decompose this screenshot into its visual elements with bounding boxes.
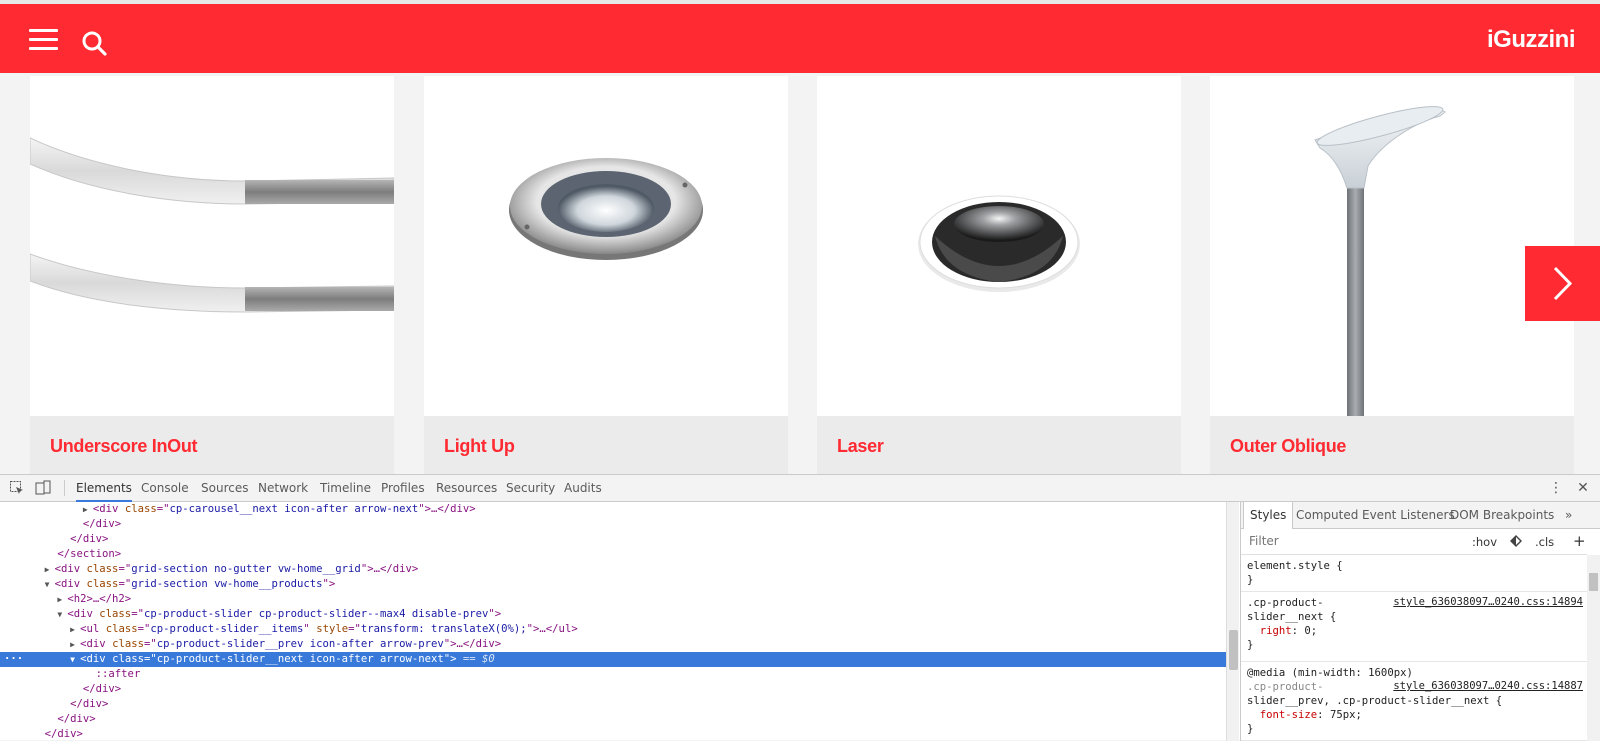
dom-node[interactable]: ▶ <div class="cp-carousel__next icon-afte… bbox=[0, 502, 1226, 517]
tab-audits[interactable]: Audits bbox=[564, 475, 602, 502]
elements-tree: ▶ <div class="cp-carousel__next icon-afte… bbox=[0, 502, 1226, 741]
rule-end: } bbox=[1247, 574, 1254, 586]
rule-selector: slider__prev, .cp-product-slider__next { bbox=[1247, 695, 1503, 707]
product-card-outer-oblique[interactable]: Outer Oblique bbox=[1210, 76, 1574, 474]
dom-node[interactable]: ▶ <div class="grid-section no-gutter vw-h… bbox=[0, 562, 1226, 577]
color-format-icon[interactable] bbox=[1509, 534, 1523, 551]
product-card-light-up[interactable]: Light Up bbox=[424, 76, 788, 474]
dom-node[interactable]: ▼ <div class="cp-product-slider cp-produc… bbox=[0, 607, 1226, 622]
dom-pseudo-element[interactable]: ::after bbox=[0, 667, 1226, 682]
dom-node[interactable]: ▼ <div class="grid-section vw-home__produ… bbox=[0, 577, 1226, 592]
dom-node[interactable]: </div> bbox=[0, 532, 1226, 547]
site-header: iGuzzini bbox=[0, 4, 1600, 73]
toolbar-divider bbox=[64, 480, 65, 496]
tab-profiles[interactable]: Profiles bbox=[381, 475, 425, 502]
styles-filter-input[interactable] bbox=[1249, 534, 1449, 548]
stylesheet-link[interactable]: style_636038097…0240.css:14894 bbox=[1393, 596, 1583, 608]
tab-dom-breakpoints[interactable]: DOM Breakpoints bbox=[1450, 502, 1554, 529]
product-caption: Outer Oblique bbox=[1210, 416, 1574, 474]
tab-event-listeners[interactable]: Event Listeners bbox=[1362, 502, 1455, 529]
chevron-right-icon bbox=[1553, 266, 1573, 301]
product-image[interactable] bbox=[1210, 76, 1574, 416]
product-title[interactable]: Laser bbox=[837, 436, 884, 457]
tab-sources[interactable]: Sources bbox=[201, 475, 248, 502]
close-devtools-icon[interactable]: ✕ bbox=[1574, 479, 1592, 497]
style-rules: element.style { } style_636038097…0240.c… bbox=[1241, 555, 1587, 741]
sidebar-tabs: Styles Computed Event Listeners DOM Brea… bbox=[1241, 502, 1600, 529]
more-options-icon[interactable]: ⋮ bbox=[1547, 479, 1565, 497]
css-value[interactable]: 0; bbox=[1304, 625, 1317, 637]
styles-pane: Styles Computed Event Listeners DOM Brea… bbox=[1240, 502, 1600, 741]
rule-end: } bbox=[1247, 723, 1254, 735]
product-image[interactable] bbox=[817, 76, 1181, 416]
hover-state-toggle[interactable]: :hov bbox=[1472, 535, 1497, 549]
product-card-laser[interactable]: Laser bbox=[817, 76, 1181, 474]
dom-node[interactable]: </section> bbox=[0, 547, 1226, 562]
slider-next-button[interactable] bbox=[1525, 246, 1600, 321]
css-property[interactable]: font-size bbox=[1260, 709, 1317, 721]
rule-selector: slider__next { bbox=[1247, 611, 1337, 623]
tab-elements[interactable]: Elements bbox=[76, 475, 132, 502]
media-style-rule[interactable]: @media (min-width: 1600px) style_6360380… bbox=[1241, 662, 1587, 741]
styles-filter-bar: :hov .cls + bbox=[1241, 529, 1587, 555]
tab-timeline[interactable]: Timeline bbox=[320, 475, 371, 502]
devtools-panel: Elements Console Sources Network Timelin… bbox=[0, 474, 1600, 741]
new-style-rule-button[interactable]: + bbox=[1573, 532, 1586, 550]
dom-node[interactable]: ▶ <h2>…</h2> bbox=[0, 592, 1226, 607]
brand-logo[interactable]: iGuzzini bbox=[1487, 26, 1576, 54]
product-title[interactable]: Outer Oblique bbox=[1230, 436, 1346, 457]
styles-scrollbar[interactable] bbox=[1587, 555, 1600, 741]
product-card-underscore-inout[interactable]: Underscore InOut bbox=[30, 76, 394, 474]
product-caption: Laser bbox=[817, 416, 1181, 474]
stylesheet-link[interactable]: style_636038097…0240.css:14887 bbox=[1393, 680, 1583, 692]
style-rule[interactable]: style_636038097…0240.css:14894 .cp-produ… bbox=[1241, 592, 1587, 662]
product-caption: Light Up bbox=[424, 416, 788, 474]
media-query: @media (min-width: 1600px) bbox=[1247, 667, 1413, 679]
css-value[interactable]: 75px; bbox=[1330, 709, 1362, 721]
css-property[interactable]: right bbox=[1260, 625, 1292, 637]
product-title[interactable]: Light Up bbox=[444, 436, 515, 457]
inspect-element-icon[interactable] bbox=[9, 480, 25, 496]
menu-icon[interactable] bbox=[29, 29, 58, 51]
product-title[interactable]: Underscore InOut bbox=[50, 436, 198, 457]
rule-selector: element.style { bbox=[1247, 560, 1343, 572]
element-style-rule[interactable]: element.style { } bbox=[1241, 555, 1587, 592]
tab-computed[interactable]: Computed bbox=[1296, 502, 1358, 529]
class-toggle[interactable]: .cls bbox=[1535, 535, 1554, 549]
dom-node[interactable]: </div> bbox=[0, 712, 1226, 727]
device-toggle-icon[interactable] bbox=[35, 480, 51, 496]
tab-styles[interactable]: Styles bbox=[1243, 502, 1294, 529]
dom-node-selected[interactable]: ··· ▼ <div class="cp-product-slider__next… bbox=[0, 652, 1226, 667]
dom-node[interactable]: </div> bbox=[0, 682, 1226, 697]
tab-resources[interactable]: Resources bbox=[436, 475, 497, 502]
tab-network[interactable]: Network bbox=[258, 475, 308, 502]
dom-node[interactable]: ▶ <div class="cp-product-slider__prev ico… bbox=[0, 637, 1226, 652]
product-image[interactable] bbox=[424, 76, 788, 416]
ellipsis-icon[interactable]: ··· bbox=[4, 652, 23, 667]
dom-node[interactable]: </div> bbox=[0, 727, 1226, 741]
dom-node[interactable]: </div> bbox=[0, 517, 1226, 532]
devtools-toolbar: Elements Console Sources Network Timelin… bbox=[0, 475, 1600, 502]
dom-node[interactable]: </div> bbox=[0, 697, 1226, 712]
website-viewport: iGuzzini Underscore InOut Light Up Laser… bbox=[0, 0, 1600, 474]
product-caption: Underscore InOut bbox=[30, 416, 394, 474]
more-tabs-icon[interactable]: » bbox=[1565, 502, 1572, 529]
product-image[interactable] bbox=[30, 76, 394, 416]
dom-node[interactable]: ▶ <ul class="cp-product-slider__items" st… bbox=[0, 622, 1226, 637]
tab-security[interactable]: Security bbox=[506, 475, 555, 502]
tab-console[interactable]: Console bbox=[141, 475, 189, 502]
rule-end: } bbox=[1247, 639, 1254, 651]
search-icon[interactable] bbox=[82, 31, 108, 57]
elements-scrollbar[interactable] bbox=[1226, 502, 1239, 741]
